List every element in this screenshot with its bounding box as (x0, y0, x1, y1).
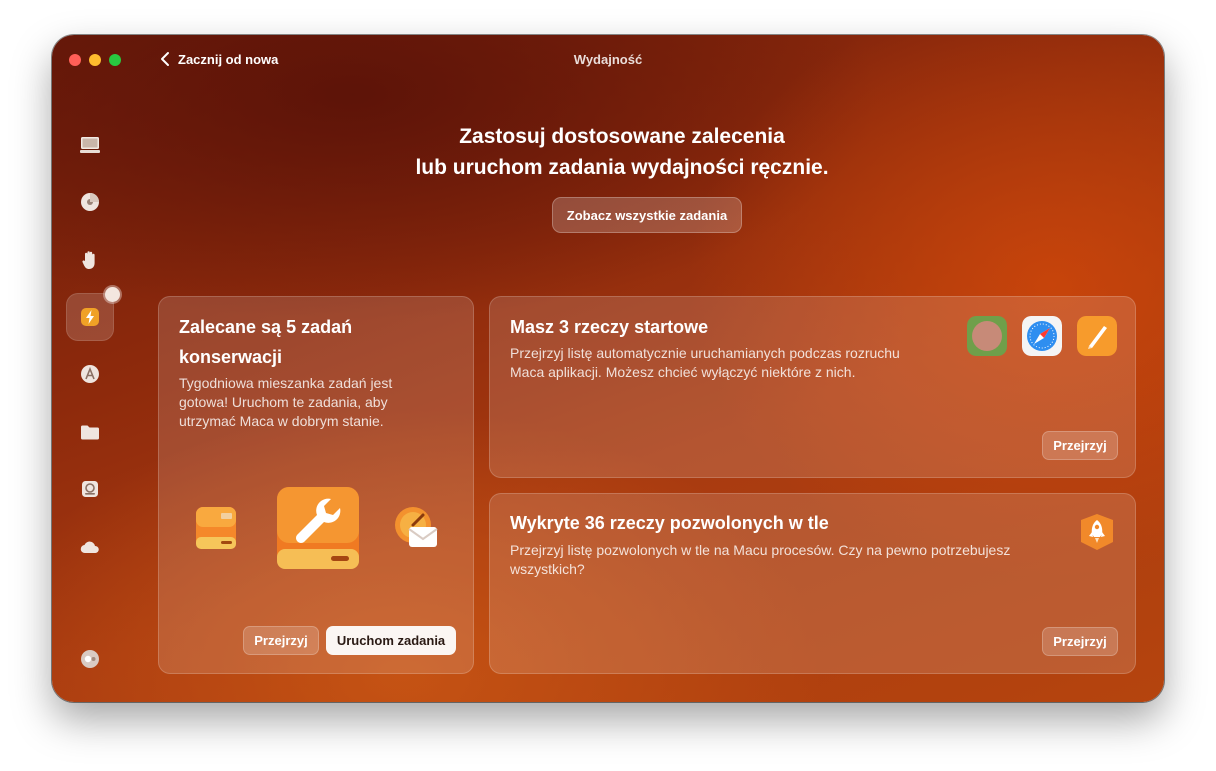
small-drive-icon (196, 507, 236, 549)
startup-items-card: Masz 3 rzeczy startowe Przejrzyj listę a… (489, 296, 1136, 478)
sidebar-item-my-clutter[interactable] (66, 408, 114, 456)
startup-title: Masz 3 rzeczy startowe (510, 317, 709, 337)
sidebar-item-smart-care[interactable] (66, 121, 114, 169)
sidebar-item-space-lens[interactable] (66, 465, 114, 513)
sidebar-item-applications[interactable] (66, 350, 114, 398)
background-title: Wykryte 36 rzeczy pozwolonych w tle (510, 513, 829, 533)
sidebar-item-cloud[interactable] (66, 523, 114, 571)
sidebar-item-performance[interactable] (66, 287, 120, 341)
maintenance-title: Zalecane są 5 zadań konserwacji (179, 312, 352, 372)
page-headline: Zastosuj dostosowane zalecenia lub uruch… (302, 121, 942, 183)
pages-app-icon (1077, 316, 1117, 356)
startup-desc-line-1: Przejrzyj listę automatycznie uruchamian… (510, 345, 900, 361)
monitor-icon (80, 137, 100, 153)
run-tasks-button[interactable]: Uruchom zadania (326, 626, 456, 655)
startup-description: Przejrzyj listę automatycznie uruchamian… (510, 344, 980, 382)
maintenance-title-line-1: Zalecane są 5 zadań (179, 317, 353, 337)
maintenance-desc-line-1: Tygodniowa mieszanka zadań jest (179, 375, 393, 391)
headline-line-1: Zastosuj dostosowane zalecenia (459, 125, 785, 148)
mail-speed-icon (395, 507, 438, 547)
maintenance-drive-wrench-icon (277, 487, 359, 569)
messages-app-icon (967, 316, 1007, 356)
folder-icon (81, 425, 99, 440)
maintenance-card: Zalecane są 5 zadań konserwacji Tygodnio… (158, 296, 474, 674)
lightning-icon (81, 308, 99, 326)
apps-icon (81, 365, 99, 383)
app-window: Zacznij od nowa Wydajność Zastosuj dosto… (52, 35, 1164, 702)
cloud-icon (80, 541, 99, 554)
maintenance-review-button[interactable]: Przejrzyj (243, 626, 319, 655)
maintenance-desc-line-2: gotowa! Uruchom te zadania, aby (179, 394, 388, 410)
background-description: Przejrzyj listę pozwolonych w tle na Mac… (510, 541, 1090, 579)
safari-app-icon (1022, 316, 1062, 356)
drive-icon (82, 481, 98, 497)
background-desc-line-2: wszystkich? (510, 561, 585, 577)
disc-icon (81, 193, 99, 211)
hand-icon (82, 251, 95, 269)
notification-badge (105, 287, 120, 302)
maintenance-desc-line-3: utrzymać Maca w dobrym stanie. (179, 413, 384, 429)
assistant-icon (81, 650, 99, 668)
startup-review-button[interactable]: Przejrzyj (1042, 431, 1118, 460)
view-all-tasks-button[interactable]: Zobacz wszystkie zadania (552, 197, 742, 233)
window-title: Wydajność (573, 52, 643, 67)
sidebar-item-assistant[interactable] (66, 635, 114, 683)
sidebar-item-cleanup[interactable] (66, 178, 114, 226)
background-review-button[interactable]: Przejrzyj (1042, 627, 1118, 656)
maintenance-description: Tygodniowa mieszanka zadań jest gotowa! … (179, 374, 449, 431)
startup-desc-line-2: Maca aplikacji. Możesz chcieć wyłączyć n… (510, 364, 856, 380)
sidebar-item-protection[interactable] (66, 236, 114, 284)
rocket-icon (1081, 514, 1113, 550)
headline-line-2: lub uruchom zadania wydajności ręcznie. (415, 156, 829, 179)
background-desc-line-1: Przejrzyj listę pozwolonych w tle na Mac… (510, 542, 1011, 558)
maintenance-title-line-2: konserwacji (179, 347, 283, 367)
background-items-card: Wykryte 36 rzeczy pozwolonych w tle Prze… (489, 493, 1136, 674)
